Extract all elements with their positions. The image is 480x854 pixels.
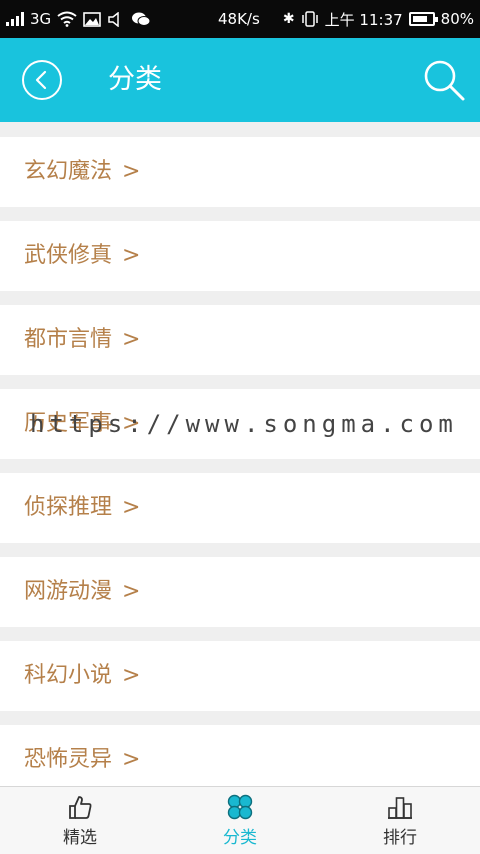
- chevron-right-icon: >: [122, 327, 141, 352]
- chevron-left-icon: [35, 70, 47, 90]
- battery-icon: [408, 12, 438, 26]
- wifi-icon: [57, 11, 77, 27]
- category-label: 都市言情: [24, 327, 113, 352]
- app-header: 分类: [0, 38, 480, 122]
- tab-label: 分类: [223, 828, 257, 848]
- clover-icon: [227, 794, 253, 820]
- chevron-right-icon: >: [122, 663, 141, 688]
- thumbs-up-icon: [69, 796, 92, 819]
- image-notification-icon: [83, 11, 101, 27]
- tab-featured[interactable]: 精选: [0, 787, 160, 854]
- category-item[interactable]: 武侠修真 >: [0, 221, 480, 291]
- signal-strength-icon: [6, 12, 24, 26]
- clock: 上午 11:37: [324, 10, 403, 29]
- category-item[interactable]: 网游动漫 >: [0, 557, 480, 627]
- tab-ranking[interactable]: 排行: [320, 787, 480, 854]
- tab-label: 排行: [383, 828, 417, 848]
- battery-percent: 80%: [440, 10, 474, 28]
- podium-icon: [388, 797, 412, 819]
- category-label: 武侠修真: [24, 243, 113, 268]
- network-type: 3G: [30, 10, 52, 28]
- watermark-text: https://www.songma.com: [30, 410, 458, 438]
- chevron-right-icon: >: [122, 159, 141, 184]
- category-label: 玄幻魔法: [24, 159, 113, 184]
- chevron-right-icon: >: [122, 579, 141, 604]
- chevron-right-icon: >: [122, 747, 141, 772]
- chevron-right-icon: >: [122, 495, 141, 520]
- bottom-tab-bar: 精选 分类 排行: [0, 786, 480, 854]
- page-title: 分类: [108, 64, 162, 95]
- category-item[interactable]: 玄幻魔法 >: [0, 137, 480, 207]
- status-bar: 3G 48K/s ✱ 上午 11:37 80%: [0, 0, 480, 38]
- category-label: 恐怖灵异: [24, 747, 113, 772]
- network-speed: 48K/s: [218, 10, 260, 28]
- search-icon[interactable]: [422, 58, 466, 102]
- vibrate-icon: [301, 11, 318, 27]
- chevron-right-icon: >: [122, 243, 141, 268]
- back-button[interactable]: [22, 60, 62, 100]
- speaker-icon: [108, 11, 119, 27]
- wechat-icon: [132, 12, 151, 26]
- category-item[interactable]: 侦探推理 >: [0, 473, 480, 543]
- category-label: 网游动漫: [24, 579, 113, 604]
- tab-categories[interactable]: 分类: [160, 787, 320, 854]
- tab-label: 精选: [63, 828, 97, 848]
- category-item[interactable]: 科幻小说 >: [0, 641, 480, 711]
- bluetooth-icon: ✱: [282, 11, 295, 27]
- category-label: 侦探推理: [24, 495, 113, 520]
- category-item[interactable]: 都市言情 >: [0, 305, 480, 375]
- category-label: 科幻小说: [24, 663, 113, 688]
- category-item[interactable]: 恐怖灵异 >: [0, 725, 480, 795]
